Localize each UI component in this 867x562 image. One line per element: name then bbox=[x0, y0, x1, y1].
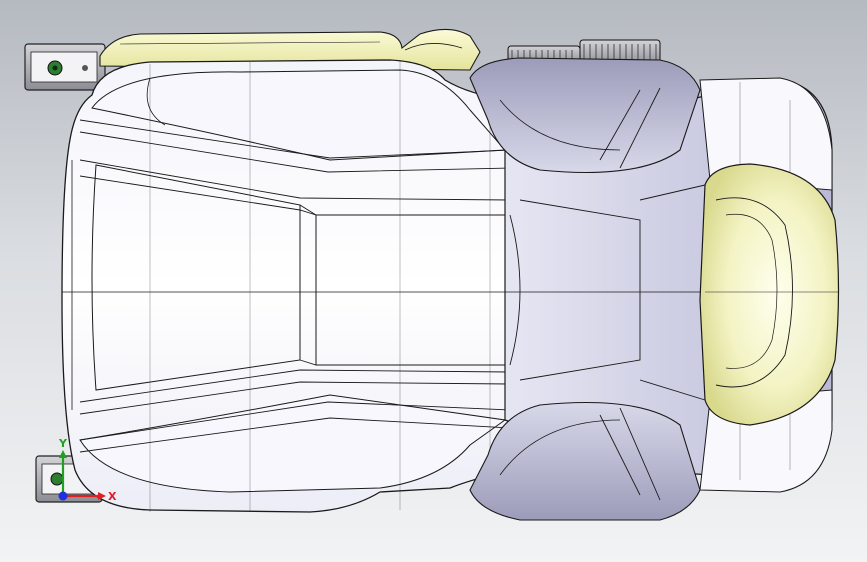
y-axis-label: Y bbox=[58, 437, 68, 450]
headrest bbox=[699, 163, 840, 426]
mount-bracket-top bbox=[24, 43, 106, 91]
seat-cushion bbox=[61, 59, 511, 513]
cad-viewport[interactable]: X Y bbox=[0, 0, 867, 562]
y-axis-arrowhead bbox=[59, 450, 67, 458]
x-axis-label: X bbox=[108, 490, 117, 503]
z-axis-dot bbox=[58, 491, 68, 501]
cad-model-canvas[interactable]: X Y bbox=[0, 0, 867, 562]
